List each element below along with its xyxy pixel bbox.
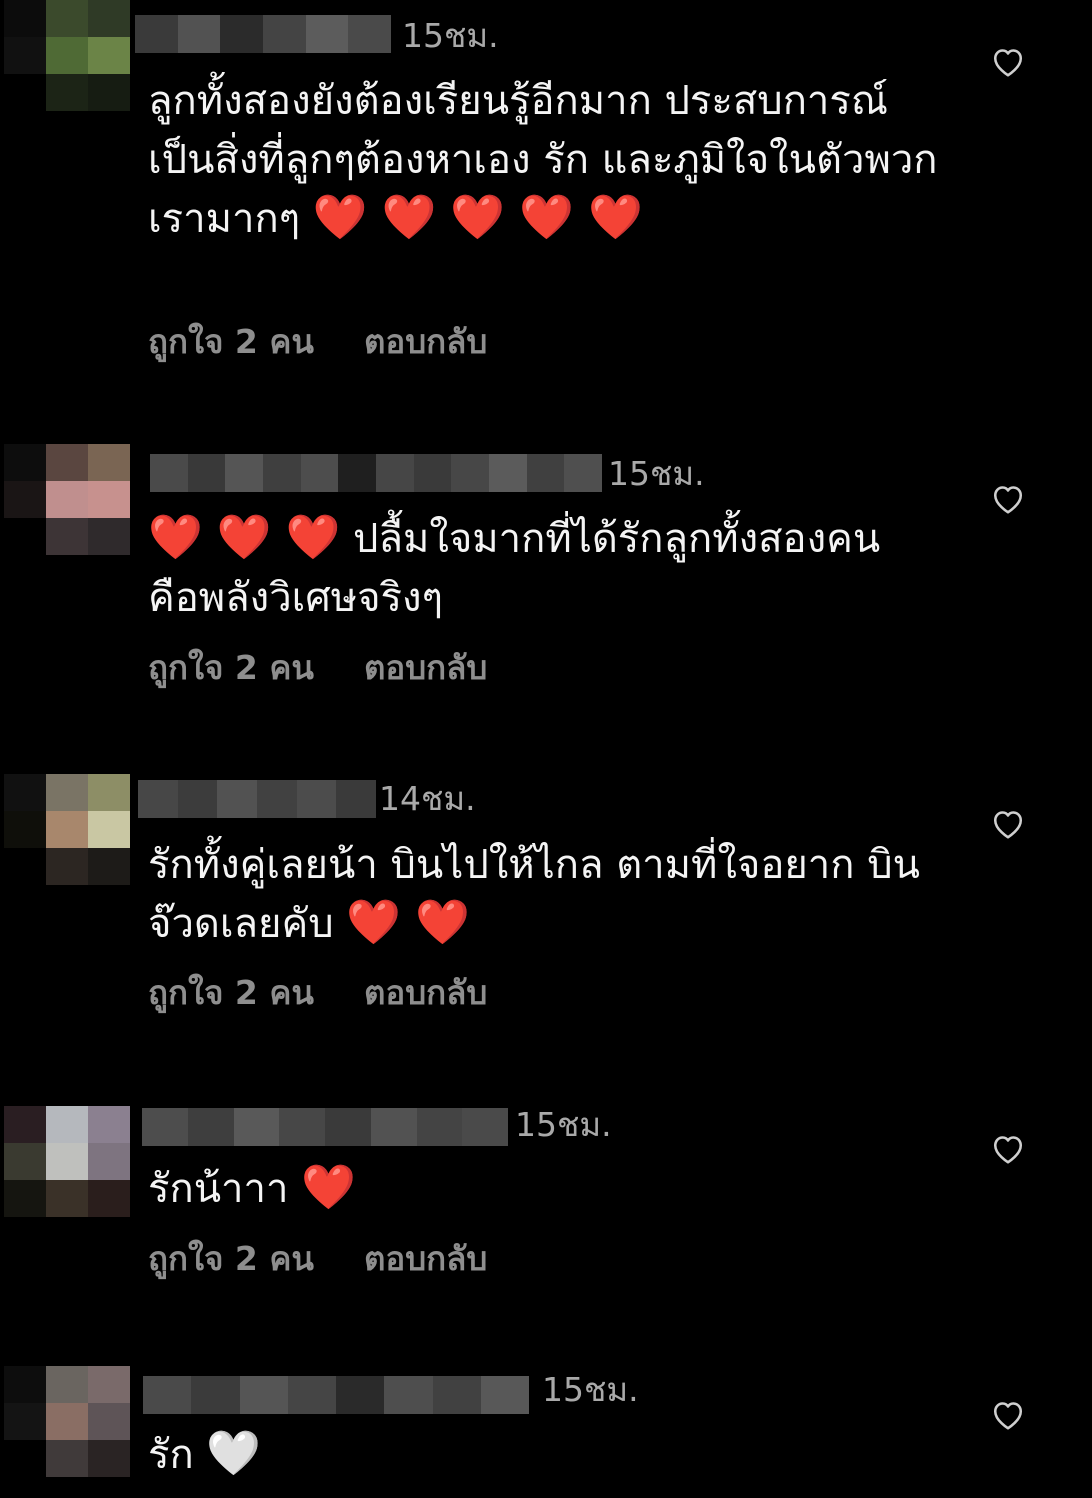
likes-count-button[interactable]: ถูกใจ 2 คน — [148, 1239, 314, 1278]
like-button[interactable] — [990, 481, 1026, 515]
avatar[interactable] — [4, 774, 130, 886]
username-blurred[interactable] — [138, 780, 376, 818]
likes-count-button[interactable]: ถูกใจ 2 คน — [148, 973, 314, 1012]
comment-meta: ถูกใจ 2 คน ตอบกลับ — [148, 973, 487, 1013]
avatar[interactable] — [4, 1366, 130, 1478]
avatar[interactable] — [4, 444, 130, 556]
comment-meta: ถูกใจ 2 คน ตอบกลับ — [148, 322, 487, 362]
comment-timestamp: 14ชม. — [379, 779, 476, 818]
comment-timestamp: 15ชม. — [542, 1370, 639, 1409]
avatar[interactable] — [4, 0, 130, 112]
comment-meta: ถูกใจ 2 คน ตอบกลับ — [148, 1239, 487, 1279]
like-button[interactable] — [990, 44, 1026, 78]
comment-body: รักน้าาา — [148, 1166, 289, 1212]
heart-outline-icon — [990, 806, 1026, 840]
comment-timestamp: 15ชม. — [402, 16, 499, 55]
comment-text: ❤️ ❤️ ❤️ ปลื้มใจมากที่ได้รักลูกทั้งสองคน… — [148, 510, 938, 628]
reply-button[interactable]: ตอบกลับ — [364, 322, 487, 361]
username-blurred[interactable] — [150, 454, 602, 492]
username-blurred[interactable] — [143, 1376, 529, 1414]
reply-button[interactable]: ตอบกลับ — [364, 973, 487, 1012]
like-button[interactable] — [990, 1397, 1026, 1431]
comment-meta: ถูกใจ 2 คน ตอบกลับ — [148, 648, 487, 688]
like-button[interactable] — [990, 1131, 1026, 1165]
likes-count-button[interactable]: ถูกใจ 2 คน — [148, 648, 314, 687]
username-blurred[interactable] — [135, 15, 391, 53]
comment-text: ลูกทั้งสองยังต้องเรียนรู้อีกมาก ประสบการ… — [148, 72, 938, 249]
heart-emoji: ❤️ — [301, 1162, 356, 1213]
like-button[interactable] — [990, 806, 1026, 840]
comment-timestamp: 15ชม. — [608, 454, 705, 493]
white-heart-emoji: 🤍 — [206, 1428, 262, 1479]
heart-outline-icon — [990, 1131, 1026, 1165]
comment-body: รัก — [148, 1432, 194, 1478]
heart-outline-icon — [990, 44, 1026, 78]
reply-button[interactable]: ตอบกลับ — [364, 1239, 487, 1278]
comment-timestamp: 15ชม. — [515, 1105, 612, 1144]
avatar[interactable] — [4, 1106, 130, 1218]
comment-text: รัก 🤍 — [148, 1426, 938, 1485]
heart-outline-icon — [990, 481, 1026, 515]
heart-emoji: ❤️ ❤️ ❤️ ❤️ ❤️ — [312, 192, 643, 243]
heart-emoji: ❤️ ❤️ ❤️ — [148, 512, 341, 563]
heart-outline-icon — [990, 1397, 1026, 1431]
comment-text: รักทั้งคู่เลยน้า บินไปให้ไกล ตามที่ใจอยา… — [148, 836, 938, 954]
reply-button[interactable]: ตอบกลับ — [364, 648, 487, 687]
username-blurred[interactable] — [142, 1108, 508, 1146]
comment-text: รักน้าาา ❤️ — [148, 1160, 938, 1219]
comment-body: รักทั้งคู่เลยน้า บินไปให้ไกล ตามที่ใจอยา… — [148, 842, 920, 947]
heart-emoji: ❤️ ❤️ — [346, 897, 470, 948]
likes-count-button[interactable]: ถูกใจ 2 คน — [148, 322, 314, 361]
